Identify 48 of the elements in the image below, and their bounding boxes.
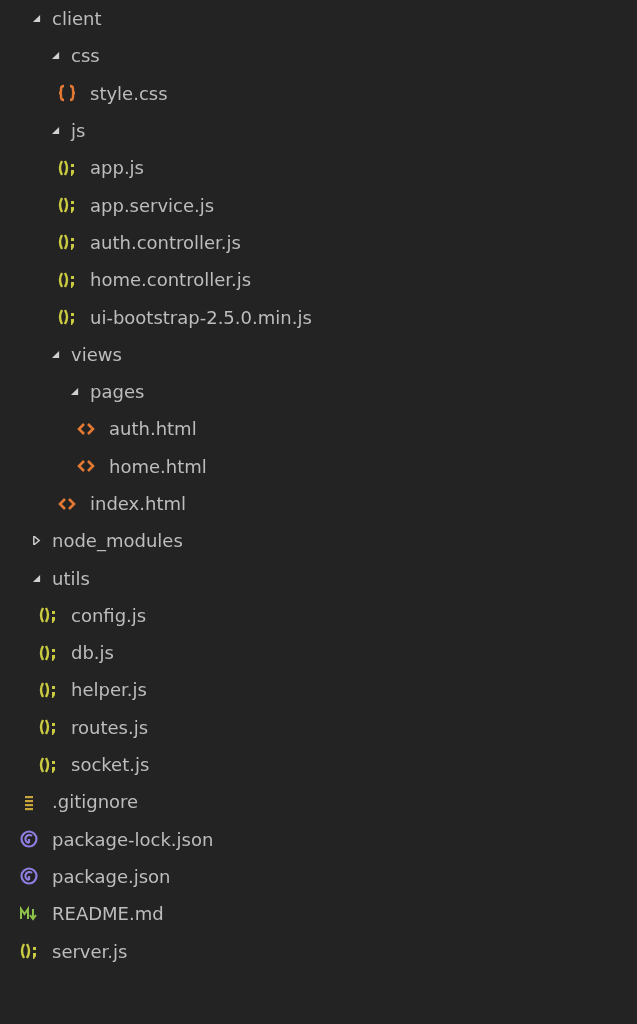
- tree-item[interactable]: js: [71, 120, 86, 142]
- tree-item[interactable]: socket.js: [71, 754, 150, 776]
- tree-item[interactable]: home.controller.js: [90, 269, 252, 291]
- tree-item[interactable]: pages: [90, 381, 145, 403]
- tree-item[interactable]: package-lock.json: [52, 828, 214, 850]
- tree-item[interactable]: config.js: [71, 604, 147, 626]
- parentheses-semicolon-icon: [58, 270, 76, 289]
- tree-item[interactable]: ui-bootstrap-2.5.0.min.js: [90, 306, 312, 328]
- tree-item[interactable]: style.css: [90, 82, 168, 104]
- tree-item[interactable]: views: [71, 343, 122, 365]
- parentheses-semicolon-icon: [39, 643, 57, 662]
- parentheses-semicolon-icon: [39, 718, 57, 737]
- tree-item[interactable]: .gitignore: [52, 791, 139, 813]
- parentheses-semicolon-icon: [39, 681, 57, 699]
- tree-item[interactable]: package.json: [52, 865, 171, 887]
- collapsed-arrow-icon[interactable]: [32, 536, 41, 546]
- parentheses-semicolon-icon: [58, 158, 76, 177]
- markdown-icon: [20, 904, 38, 923]
- braces-icon: [58, 84, 76, 103]
- expanded-arrow-icon[interactable]: [51, 126, 60, 136]
- tree-item[interactable]: css: [71, 45, 100, 67]
- parentheses-semicolon-icon: [39, 755, 57, 774]
- tree-item[interactable]: node_modules: [52, 530, 183, 552]
- parentheses-semicolon-icon: [58, 308, 76, 326]
- parentheses-semicolon-icon: [39, 606, 57, 625]
- parentheses-semicolon-icon: [20, 942, 38, 961]
- tree-item[interactable]: auth.html: [109, 418, 197, 440]
- expanded-arrow-icon[interactable]: [51, 51, 60, 61]
- spiral-icon: [20, 867, 38, 886]
- parentheses-semicolon-icon: [58, 196, 76, 215]
- expanded-arrow-icon[interactable]: [70, 387, 79, 397]
- tree-item[interactable]: db.js: [71, 642, 114, 664]
- tree-item[interactable]: server.js: [52, 940, 128, 962]
- tree-item[interactable]: README.md: [52, 903, 164, 925]
- tree-item[interactable]: client: [52, 8, 102, 30]
- tree-item[interactable]: utils: [52, 567, 90, 589]
- expanded-arrow-icon[interactable]: [51, 349, 60, 359]
- parentheses-semicolon-icon: [58, 233, 76, 252]
- expanded-arrow-icon[interactable]: [32, 14, 41, 24]
- tree-item[interactable]: home.html: [109, 455, 207, 477]
- tree-item[interactable]: app.js: [90, 157, 144, 179]
- tree-item[interactable]: index.html: [90, 493, 186, 514]
- spiral-icon: [20, 830, 38, 849]
- tree-item[interactable]: auth.controller.js: [90, 231, 241, 253]
- tree-item[interactable]: app.service.js: [90, 194, 215, 216]
- tree-item[interactable]: helper.js: [71, 679, 147, 701]
- expanded-arrow-icon[interactable]: [32, 573, 41, 583]
- tree-item[interactable]: routes.js: [71, 716, 149, 738]
